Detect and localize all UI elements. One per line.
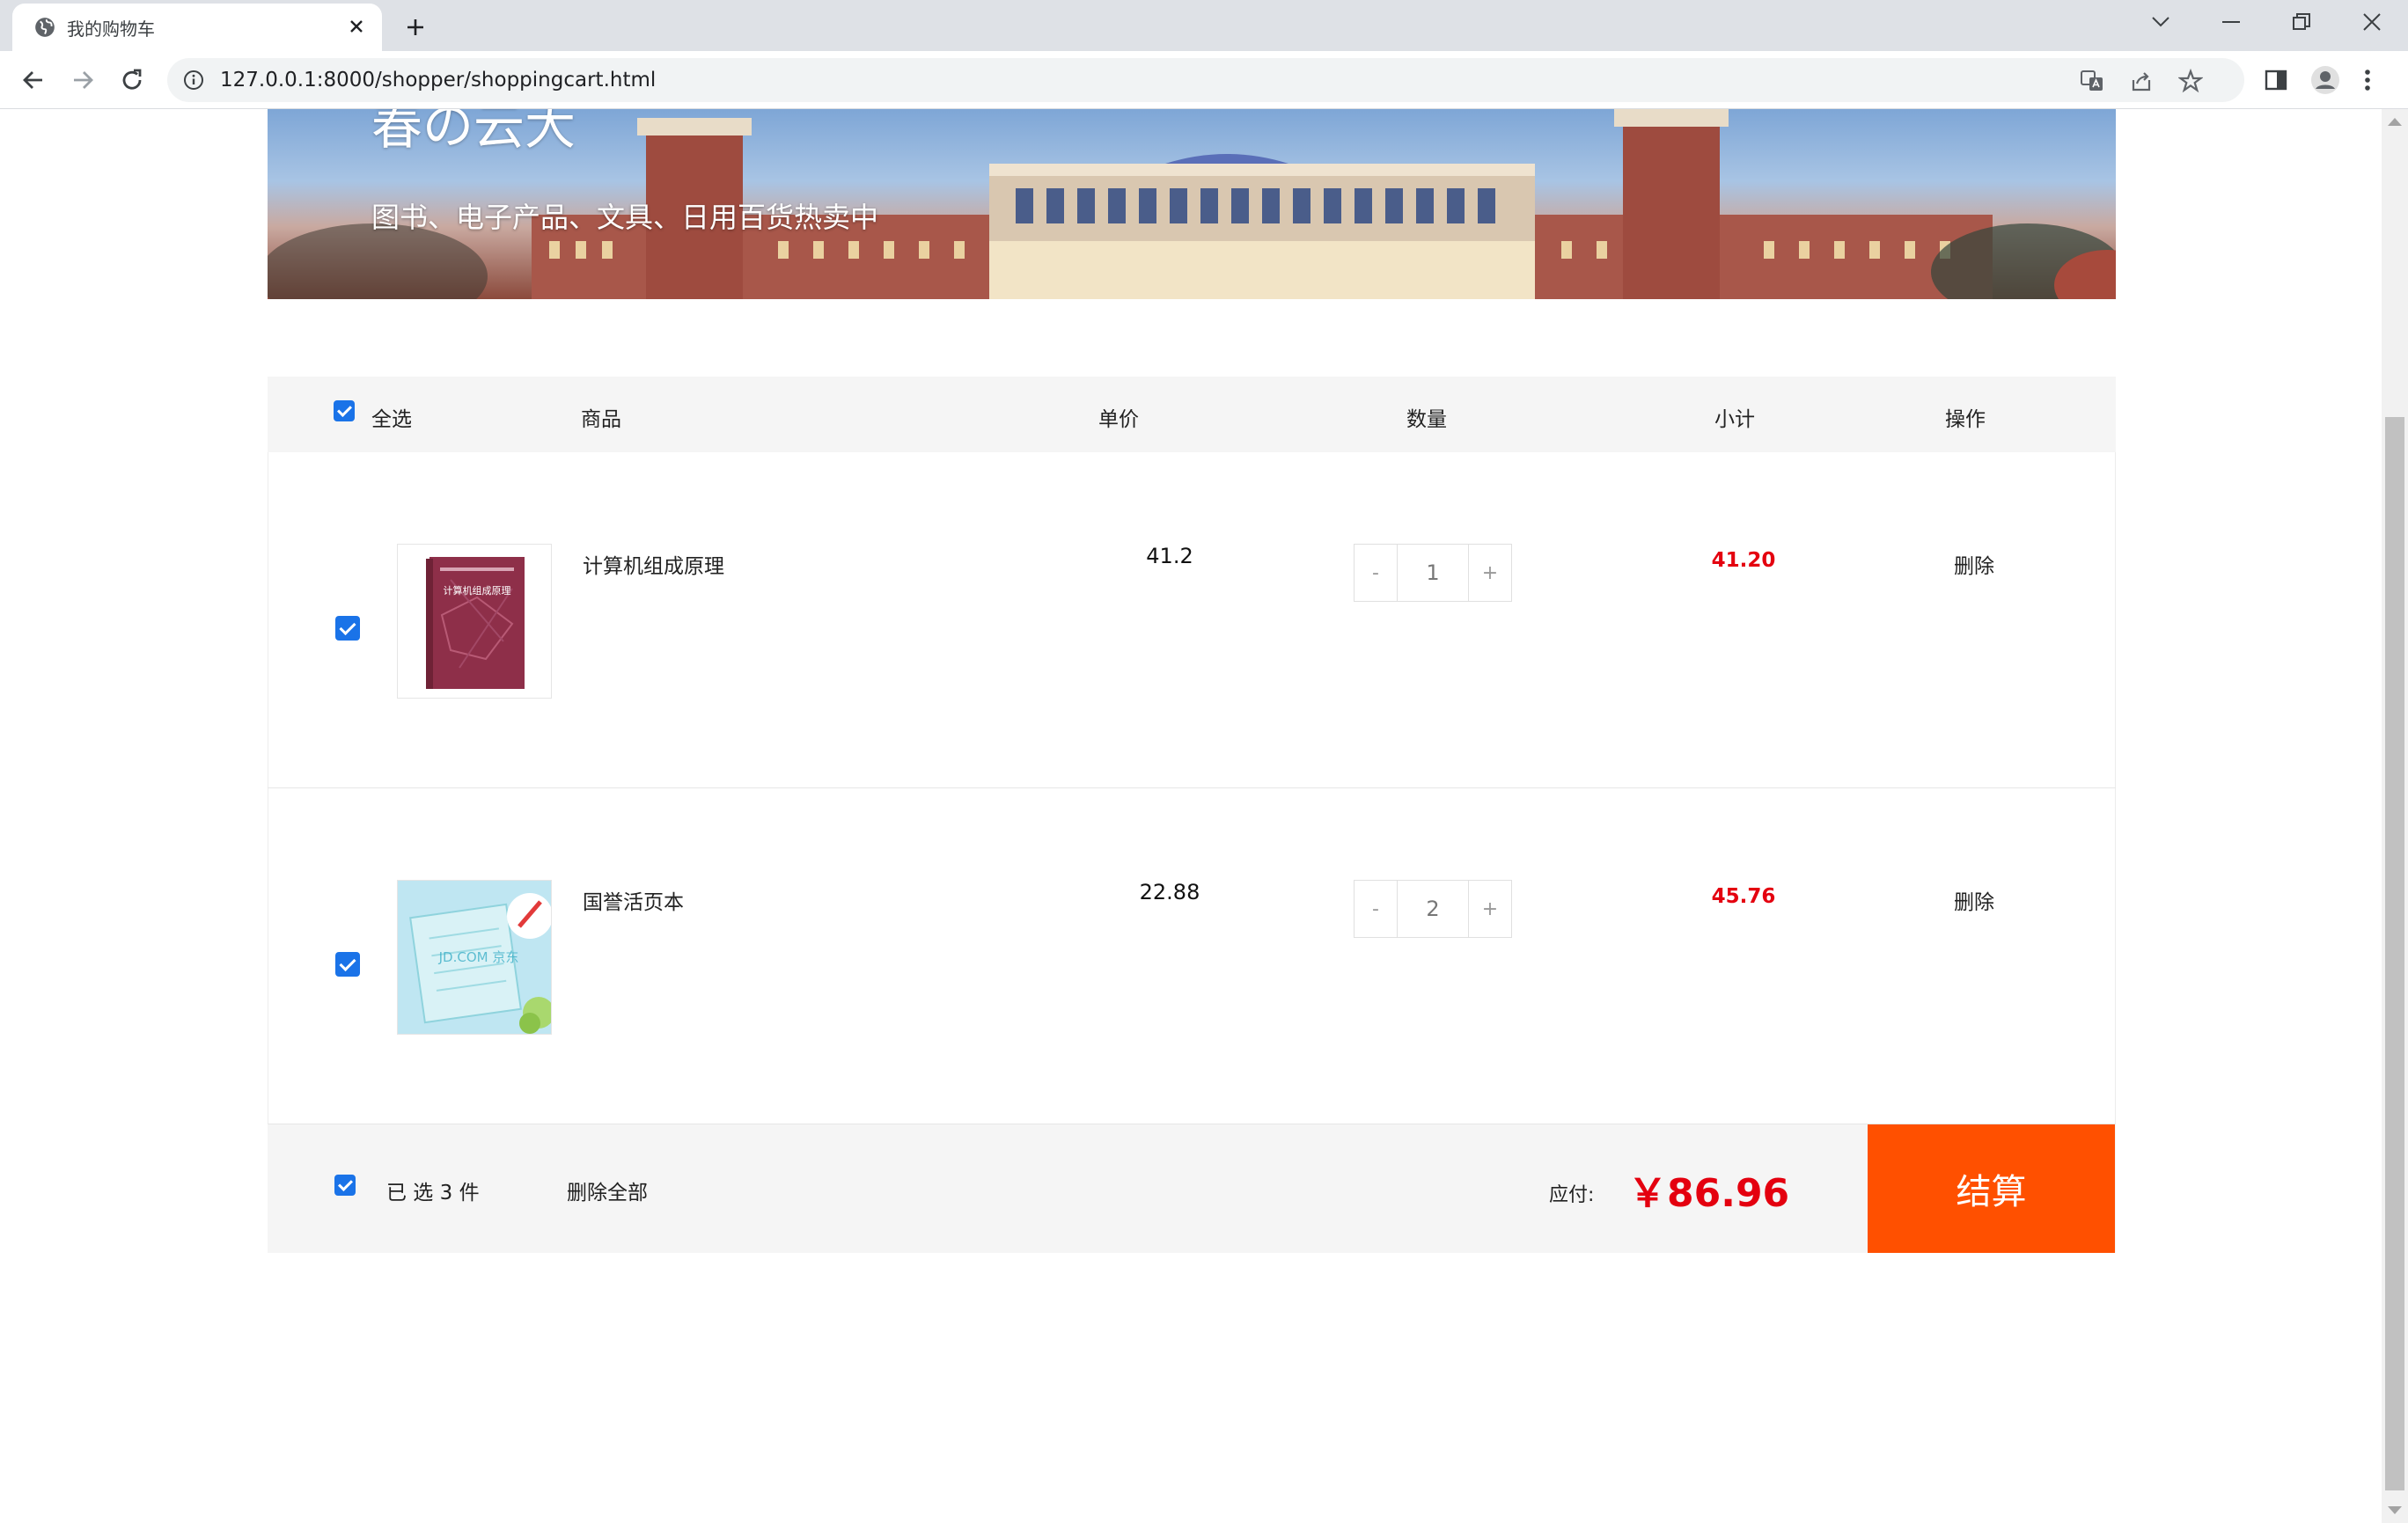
selected-count: 已 选 3 件 — [386, 1182, 480, 1204]
tab-title: 我的购物车 — [67, 18, 155, 40]
url-text[interactable]: 127.0.0.1:8000/shopper/shoppingcart.html — [220, 69, 656, 92]
product-thumbnail[interactable]: JD.COM 京东 — [397, 880, 554, 1035]
qty-decrease-button[interactable]: - — [1354, 881, 1397, 937]
cart-item-row: JD.COM 京东 国誉活页本 22.88 - 2 + 45.76 删除 — [268, 788, 2116, 1124]
cart-footer: 已 选 3 件 删除全部 应付: ￥86.96 结算 — [268, 1124, 2116, 1253]
scroll-down-arrow-icon[interactable] — [2388, 1506, 2402, 1514]
tab-search-chevron-icon[interactable] — [2132, 0, 2190, 44]
reload-icon[interactable] — [113, 61, 151, 99]
translate-icon[interactable] — [2079, 68, 2105, 94]
page-viewport: 春の云大 图书、电子产品、文具、日用百货热卖中 全选 商品 单价 数量 小计 操… — [0, 109, 2382, 1523]
browser-toolbar: 127.0.0.1:8000/shopper/shoppingcart.html — [0, 51, 2408, 109]
window-close-icon[interactable] — [2343, 0, 2401, 44]
scrollbar-thumb[interactable] — [2385, 417, 2404, 1490]
header-action: 操作 — [1945, 408, 1986, 431]
product-name[interactable]: 计算机组成原理 — [583, 549, 724, 579]
notebook-product-icon: JD.COM 京东 — [398, 881, 554, 1034]
cart-header: 全选 商品 单价 数量 小计 操作 — [268, 377, 2116, 452]
shopping-cart: 全选 商品 单价 数量 小计 操作 计算机组成原理 计算机组成原理 41.2 -… — [268, 377, 2116, 1253]
delete-item-button[interactable]: 删除 — [1868, 549, 2080, 579]
site-info-icon[interactable] — [183, 70, 204, 91]
book-cover-icon: 计算机组成原理 — [426, 557, 525, 689]
quantity-stepper: - 1 + — [1354, 544, 1512, 602]
delete-all-button[interactable]: 删除全部 — [567, 1175, 648, 1205]
product-thumbnail[interactable]: 计算机组成原理 — [397, 544, 552, 699]
share-icon[interactable] — [2128, 68, 2155, 94]
forward-arrow-icon[interactable] — [63, 61, 102, 99]
payable-label: 应付: — [1549, 1184, 1595, 1206]
item-subtotal: 41.20 — [1711, 549, 1776, 572]
item-subtotal: 45.76 — [1711, 885, 1776, 908]
address-bar[interactable]: 127.0.0.1:8000/shopper/shoppingcart.html — [167, 58, 2244, 102]
scroll-up-arrow-icon[interactable] — [2388, 118, 2402, 126]
total-amount: ￥86.96 — [1628, 1171, 1790, 1216]
header-product: 商品 — [581, 408, 621, 431]
unit-price: 41.2 — [1146, 544, 1193, 568]
select-all-checkbox[interactable] — [334, 400, 355, 421]
unit-price: 22.88 — [1139, 880, 1200, 904]
banner-brand-title: 春の云大 — [371, 109, 576, 156]
browser-tab[interactable]: 我的购物车 — [12, 4, 382, 51]
book-cover-title: 计算机组成原理 — [444, 584, 511, 597]
campus-banner: 春の云大 图书、电子产品、文具、日用百货热卖中 — [268, 109, 2116, 299]
qty-value[interactable]: 1 — [1397, 545, 1469, 601]
quantity-stepper: - 2 + — [1354, 880, 1512, 938]
product-name[interactable]: 国誉活页本 — [583, 885, 684, 915]
browser-tabstrip: 我的购物车 — [0, 0, 2408, 51]
new-tab-plus-icon[interactable] — [398, 10, 433, 45]
tab-close-icon[interactable] — [341, 11, 371, 41]
qty-increase-button[interactable]: + — [1469, 545, 1511, 601]
header-quantity: 数量 — [1406, 408, 1447, 431]
checkout-button[interactable]: 结算 — [1868, 1124, 2115, 1253]
item-checkbox[interactable] — [335, 952, 360, 977]
restore-icon[interactable] — [2272, 0, 2331, 44]
kebab-menu-icon[interactable] — [2359, 62, 2376, 98]
header-subtotal: 小计 — [1714, 408, 1755, 431]
banner-slogan: 图书、电子产品、文具、日用百货热卖中 — [371, 201, 879, 234]
bookmark-star-icon[interactable] — [2177, 68, 2204, 94]
profile-avatar-icon[interactable] — [2308, 62, 2343, 98]
qty-decrease-button[interactable]: - — [1354, 545, 1397, 601]
product-image-watermark: JD.COM 京东 — [438, 949, 519, 965]
delete-item-button[interactable]: 删除 — [1868, 885, 2080, 915]
header-unit-price: 单价 — [1098, 408, 1139, 431]
page-scrollbar[interactable] — [2382, 109, 2408, 1523]
select-all-label[interactable]: 全选 — [371, 402, 412, 432]
minimize-icon[interactable] — [2202, 0, 2260, 44]
cart-item-row: 计算机组成原理 计算机组成原理 41.2 - 1 + 41.20 删除 — [268, 452, 2116, 788]
globe-icon — [35, 18, 55, 37]
back-arrow-icon[interactable] — [14, 61, 53, 99]
footer-select-all-checkbox[interactable] — [334, 1175, 356, 1196]
side-panel-icon[interactable] — [2258, 62, 2294, 98]
qty-increase-button[interactable]: + — [1469, 881, 1511, 937]
qty-value[interactable]: 2 — [1397, 881, 1469, 937]
item-checkbox[interactable] — [335, 616, 360, 641]
